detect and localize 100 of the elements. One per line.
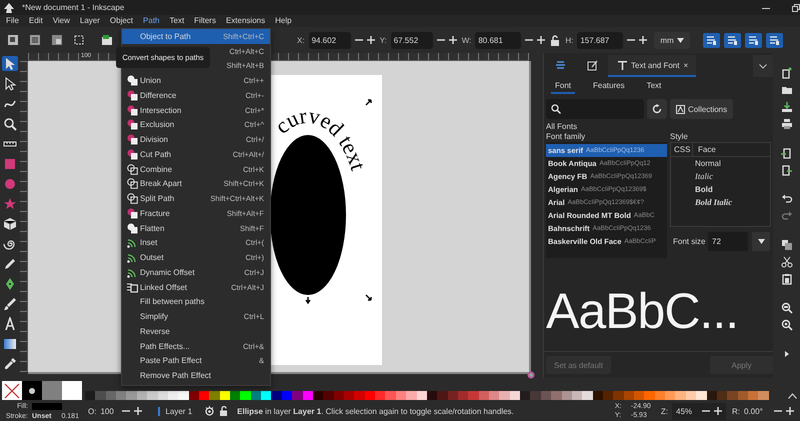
color-swatch[interactable] <box>209 391 220 400</box>
height-field[interactable]: 157.687 <box>577 32 624 48</box>
menu-bar-item[interactable]: Path <box>138 15 164 27</box>
color-swatch[interactable] <box>364 391 376 400</box>
tool-button[interactable] <box>2 256 18 271</box>
color-swatch[interactable] <box>748 391 758 400</box>
menu-item[interactable]: Fill between paths <box>122 294 270 310</box>
color-swatch[interactable] <box>613 391 624 400</box>
zoom-out-icon[interactable] <box>780 319 792 331</box>
padlock-icon[interactable] <box>219 406 230 416</box>
transform-toggle-button[interactable] <box>766 32 783 48</box>
copy-icon[interactable] <box>780 239 792 251</box>
panel-menu-button[interactable] <box>753 55 773 77</box>
color-swatch[interactable] <box>261 391 272 400</box>
color-swatch[interactable] <box>158 391 168 400</box>
menu-bar-item[interactable]: Text <box>164 15 190 27</box>
color-swatch[interactable] <box>572 391 582 400</box>
layer-selector[interactable]: Layer 1 <box>158 406 192 416</box>
printer-icon[interactable] <box>780 118 792 130</box>
unit-dropdown[interactable]: mm <box>654 32 690 48</box>
refresh-button[interactable] <box>647 99 667 119</box>
color-swatch[interactable] <box>406 391 416 400</box>
color-swatch[interactable] <box>240 391 251 400</box>
sub-tab[interactable]: Font <box>551 81 576 94</box>
font-size-field[interactable]: 72 <box>708 232 748 251</box>
square-tab-icon[interactable] <box>101 34 113 46</box>
no-paint-swatch[interactable] <box>2 381 22 400</box>
color-swatch[interactable] <box>540 391 552 400</box>
color-swatch[interactable] <box>126 391 137 400</box>
rotation-field[interactable]: 0.00° <box>744 406 770 416</box>
zoom-field[interactable]: 45% <box>672 402 726 420</box>
color-swatch[interactable] <box>489 391 500 400</box>
redo-icon[interactable] <box>780 210 792 222</box>
color-swatch[interactable] <box>562 391 572 400</box>
color-swatch[interactable] <box>22 381 42 400</box>
color-swatch[interactable] <box>675 391 686 400</box>
transform-toggle-button[interactable] <box>744 32 762 48</box>
color-swatch[interactable] <box>385 391 396 400</box>
color-swatch[interactable] <box>220 391 230 400</box>
color-swatch[interactable] <box>375 391 386 400</box>
color-swatch[interactable] <box>727 391 738 400</box>
color-swatch[interactable] <box>437 391 448 400</box>
menu-bar-item[interactable]: Help <box>270 15 297 27</box>
new-document-icon[interactable] <box>780 67 792 79</box>
color-swatch[interactable] <box>334 391 344 400</box>
sub-tab[interactable]: Text <box>642 81 666 94</box>
color-swatch[interactable] <box>582 391 593 400</box>
scissors-icon[interactable] <box>780 256 792 268</box>
plus-icon[interactable] <box>366 36 375 44</box>
color-swatch[interactable] <box>85 391 96 400</box>
sub-tab[interactable]: Features <box>589 81 629 94</box>
color-swatch[interactable] <box>323 391 334 400</box>
color-swatch[interactable] <box>396 391 406 400</box>
color-wheel-icon[interactable] <box>527 371 535 379</box>
tool-button[interactable] <box>2 296 18 311</box>
color-swatch[interactable] <box>634 391 644 400</box>
color-swatch[interactable] <box>592 391 603 400</box>
menu-bar-item[interactable]: Filters <box>189 15 221 27</box>
menu-bar-item[interactable]: File <box>1 15 24 27</box>
color-swatch[interactable] <box>468 391 479 400</box>
color-swatch[interactable] <box>168 391 178 400</box>
transform-toggle-button[interactable] <box>702 32 720 48</box>
color-swatch[interactable] <box>250 391 262 400</box>
color-swatch[interactable] <box>644 391 655 400</box>
deselect-icon[interactable] <box>51 34 63 46</box>
color-swatch[interactable] <box>499 391 510 400</box>
export-icon[interactable] <box>780 164 792 176</box>
color-swatch[interactable] <box>602 391 614 400</box>
dropdown-button[interactable] <box>752 232 770 251</box>
visibility-icon[interactable] <box>204 406 216 416</box>
menu-bar-item[interactable]: Layer <box>74 15 105 27</box>
color-swatch[interactable] <box>188 391 199 400</box>
color-swatch[interactable] <box>551 391 562 400</box>
plus-icon[interactable] <box>134 407 142 415</box>
color-swatch[interactable] <box>520 391 530 400</box>
style-item[interactable]: Normal <box>671 157 770 170</box>
color-swatch[interactable] <box>696 391 707 400</box>
color-swatch[interactable] <box>292 391 303 400</box>
plus-icon[interactable] <box>786 407 794 415</box>
menu-item[interactable]: Reverse <box>122 324 270 339</box>
tool-button[interactable] <box>2 336 18 351</box>
plus-icon[interactable] <box>448 36 457 44</box>
plus-icon[interactable] <box>537 36 546 44</box>
color-swatch[interactable] <box>136 391 148 400</box>
opacity-field[interactable]: 100 <box>100 406 118 416</box>
color-swatch[interactable] <box>147 391 158 400</box>
color-swatch[interactable] <box>95 391 106 400</box>
color-swatch[interactable] <box>665 391 676 400</box>
transform-toggle-button[interactable] <box>724 32 741 48</box>
color-swatch[interactable] <box>106 391 116 400</box>
color-swatch[interactable] <box>116 391 126 400</box>
undo-icon[interactable] <box>780 193 792 205</box>
dashed-square-icon[interactable] <box>73 34 85 46</box>
color-swatch[interactable] <box>62 381 82 400</box>
clipboard-icon[interactable] <box>780 273 792 285</box>
color-swatch[interactable] <box>302 391 313 400</box>
color-swatch[interactable] <box>271 391 282 400</box>
zoom-in-icon[interactable] <box>780 302 792 314</box>
color-swatch[interactable] <box>530 391 541 400</box>
color-swatch[interactable] <box>178 391 189 400</box>
